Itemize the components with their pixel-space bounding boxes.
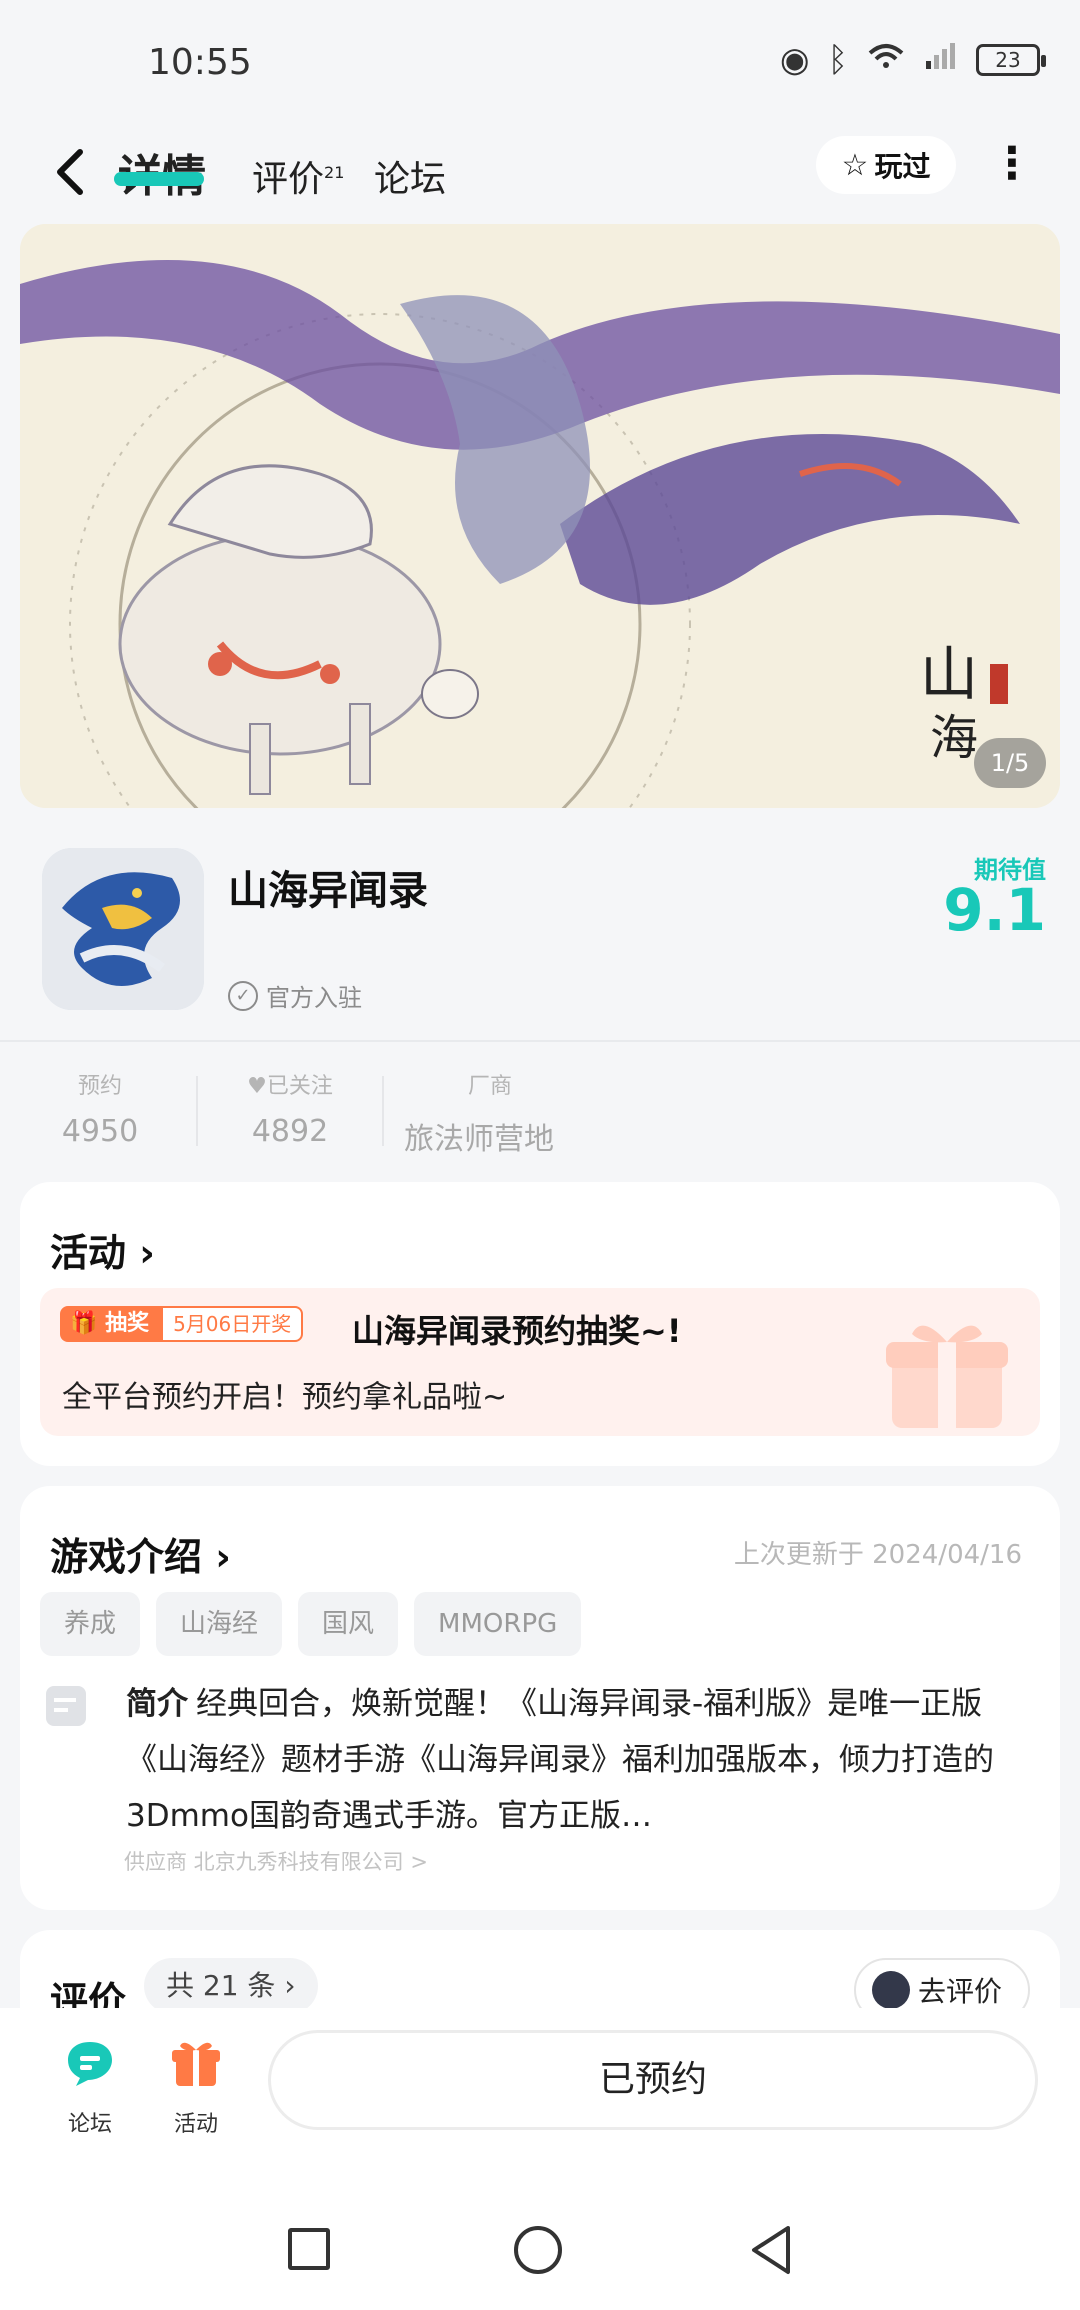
intro-section-title[interactable]: 游戏介绍 › [50, 1526, 231, 1581]
stat-label: 预约 [77, 1074, 122, 1099]
activity-button[interactable]: 活动 [156, 2038, 236, 2138]
activity-section-title[interactable]: 活动 › [50, 1222, 155, 1277]
stat-label-text: 已关注 [266, 1074, 333, 1099]
star-icon: ☆ [841, 147, 869, 183]
description-icon [46, 1686, 86, 1726]
stat-label: ♥已关注 [230, 1068, 350, 1100]
tab-active-indicator [114, 172, 204, 186]
gift-tag: 🎁 抽奖 [60, 1306, 162, 1342]
status-bar: 10:55 ◉ ᛒ 23 [0, 0, 1080, 120]
signal-icon [924, 40, 958, 80]
review-count-label: 共 21 条 [166, 1969, 276, 2002]
tag-item[interactable]: 山海经 [156, 1592, 283, 1656]
home-button[interactable] [514, 2226, 562, 2274]
system-nav-bar [0, 2158, 1080, 2310]
tag-item[interactable]: 养成 [40, 1592, 141, 1656]
played-button[interactable]: ☆ 玩过 [816, 136, 956, 194]
tab-reviews-label: 评价 [252, 159, 325, 200]
game-icon[interactable] [42, 848, 204, 1010]
stat-value: 4950 [61, 1114, 139, 1149]
played-label: 玩过 [874, 150, 931, 183]
tag-item[interactable]: MMORPG [414, 1592, 582, 1656]
chevron-right-icon: › [139, 1231, 155, 1275]
update-time: 上次更新于 2024/04/16 [733, 1540, 1022, 1570]
heart-icon: ♥ [247, 1074, 267, 1099]
check-circle-icon: ✓ [228, 980, 258, 1011]
intro-text[interactable]: 简介 经典回合，焕新觉醒！《山海异闻录-福利版》是唯一正版《山海经》题材手游《山海… [126, 1676, 1026, 1844]
activity-label: 活动 [173, 2112, 218, 2137]
expect-score: 9.1 [943, 876, 1046, 944]
wifi-icon [866, 40, 906, 80]
supplier-link[interactable]: 供应商 北京九秀科技有限公司 > [124, 1846, 428, 1876]
stat-reservations: 预约 4950 [40, 1068, 160, 1149]
gift-tag-label: 抽奖 [105, 1311, 150, 1336]
forum-label: 论坛 [67, 2112, 112, 2137]
activity-item-desc: 全平台预约开启！预约拿礼品啦~ [62, 1380, 508, 1415]
tag-list: 养成 山海经 国风 MMORPG [40, 1592, 582, 1656]
chevron-right-icon: › [215, 1535, 231, 1579]
bluetooth-icon: ᛒ [827, 40, 848, 80]
draw-date-tag: 5月06日开奖 [161, 1306, 304, 1342]
tab-reviews-badge: 21 [324, 163, 345, 182]
forum-button[interactable]: 论坛 [50, 2038, 130, 2138]
stat-value: 4892 [251, 1114, 329, 1149]
system-back-button[interactable] [748, 2224, 792, 2276]
more-menu-button[interactable]: ⋮ [990, 134, 1034, 194]
tab-reviews[interactable]: 评价21 [252, 150, 344, 202]
banner-carousel[interactable]: 山 海 1/5 [20, 224, 1060, 808]
game-title: 山海异闻录 [228, 868, 428, 914]
banner-artwork: 山 海 [20, 224, 1060, 808]
divider [0, 1040, 1080, 1042]
banner-counter: 1/5 [974, 738, 1046, 788]
chevron-right-icon: › [284, 1969, 296, 2002]
intro-title-text: 游戏介绍 [50, 1535, 203, 1579]
write-review-label: 去评价 [918, 1975, 1003, 2008]
status-icons: ◉ ᛒ 23 [779, 40, 1046, 80]
banner-logo: 山 [920, 640, 978, 708]
stat-followers: ♥已关注 4892 [230, 1068, 350, 1149]
svg-text:海: 海 [930, 710, 978, 766]
game-icon-art [42, 848, 204, 1010]
stat-separator [196, 1076, 198, 1146]
review-count-button[interactable]: 共 21 条 › [144, 1958, 318, 2014]
avatar [872, 1971, 910, 2009]
stat-value: 旅法师营地 [404, 1122, 554, 1157]
activity-item[interactable]: 🎁 抽奖 5月06日开奖 山海异闻录预约抽奖~! 全平台预约开启！预约拿礼品啦~ [40, 1288, 1040, 1436]
gift-icon [172, 2042, 220, 2086]
tab-forum[interactable]: 论坛 [374, 150, 446, 202]
stat-label: 厂商 [468, 1074, 513, 1099]
eye-icon: ◉ [779, 40, 810, 80]
bottom-action-bar: 论坛 活动 已预约 [0, 2008, 1080, 2158]
battery-icon: 23 [976, 44, 1046, 76]
activity-tag: 🎁 抽奖 5月06日开奖 [60, 1306, 304, 1342]
forum-icon [68, 2042, 112, 2086]
activity-card: 活动 › 🎁 抽奖 5月06日开奖 山海异闻录预约抽奖~! 全平台预约开启！预约… [20, 1182, 1060, 1466]
activity-title-text: 活动 [50, 1231, 127, 1275]
intro-body: 经典回合，焕新觉醒！《山海异闻录-福利版》是唯一正版《山海经》题材手游《山海异闻… [126, 1686, 994, 1834]
back-button[interactable] [50, 142, 110, 212]
recent-apps-button[interactable] [288, 2228, 330, 2270]
reserved-button[interactable]: 已预约 [268, 2030, 1038, 2130]
intro-card: 游戏介绍 › 上次更新于 2024/04/16 养成 山海经 国风 MMORPG… [20, 1486, 1060, 1910]
official-badge: ✓ 官方入驻 [228, 978, 362, 1013]
official-label: 官方入驻 [266, 984, 362, 1012]
stat-separator [382, 1076, 384, 1146]
status-time: 10:55 [148, 42, 252, 83]
intro-prefix: 简介 [126, 1686, 188, 1722]
tag-item[interactable]: 国风 [298, 1592, 399, 1656]
gift-icon [886, 1325, 1008, 1428]
stat-developer[interactable]: 厂商 旅法师营地 [404, 1068, 604, 1158]
activity-item-title: 山海异闻录预约抽奖~! [352, 1312, 682, 1350]
chevron-left-icon [57, 149, 83, 195]
